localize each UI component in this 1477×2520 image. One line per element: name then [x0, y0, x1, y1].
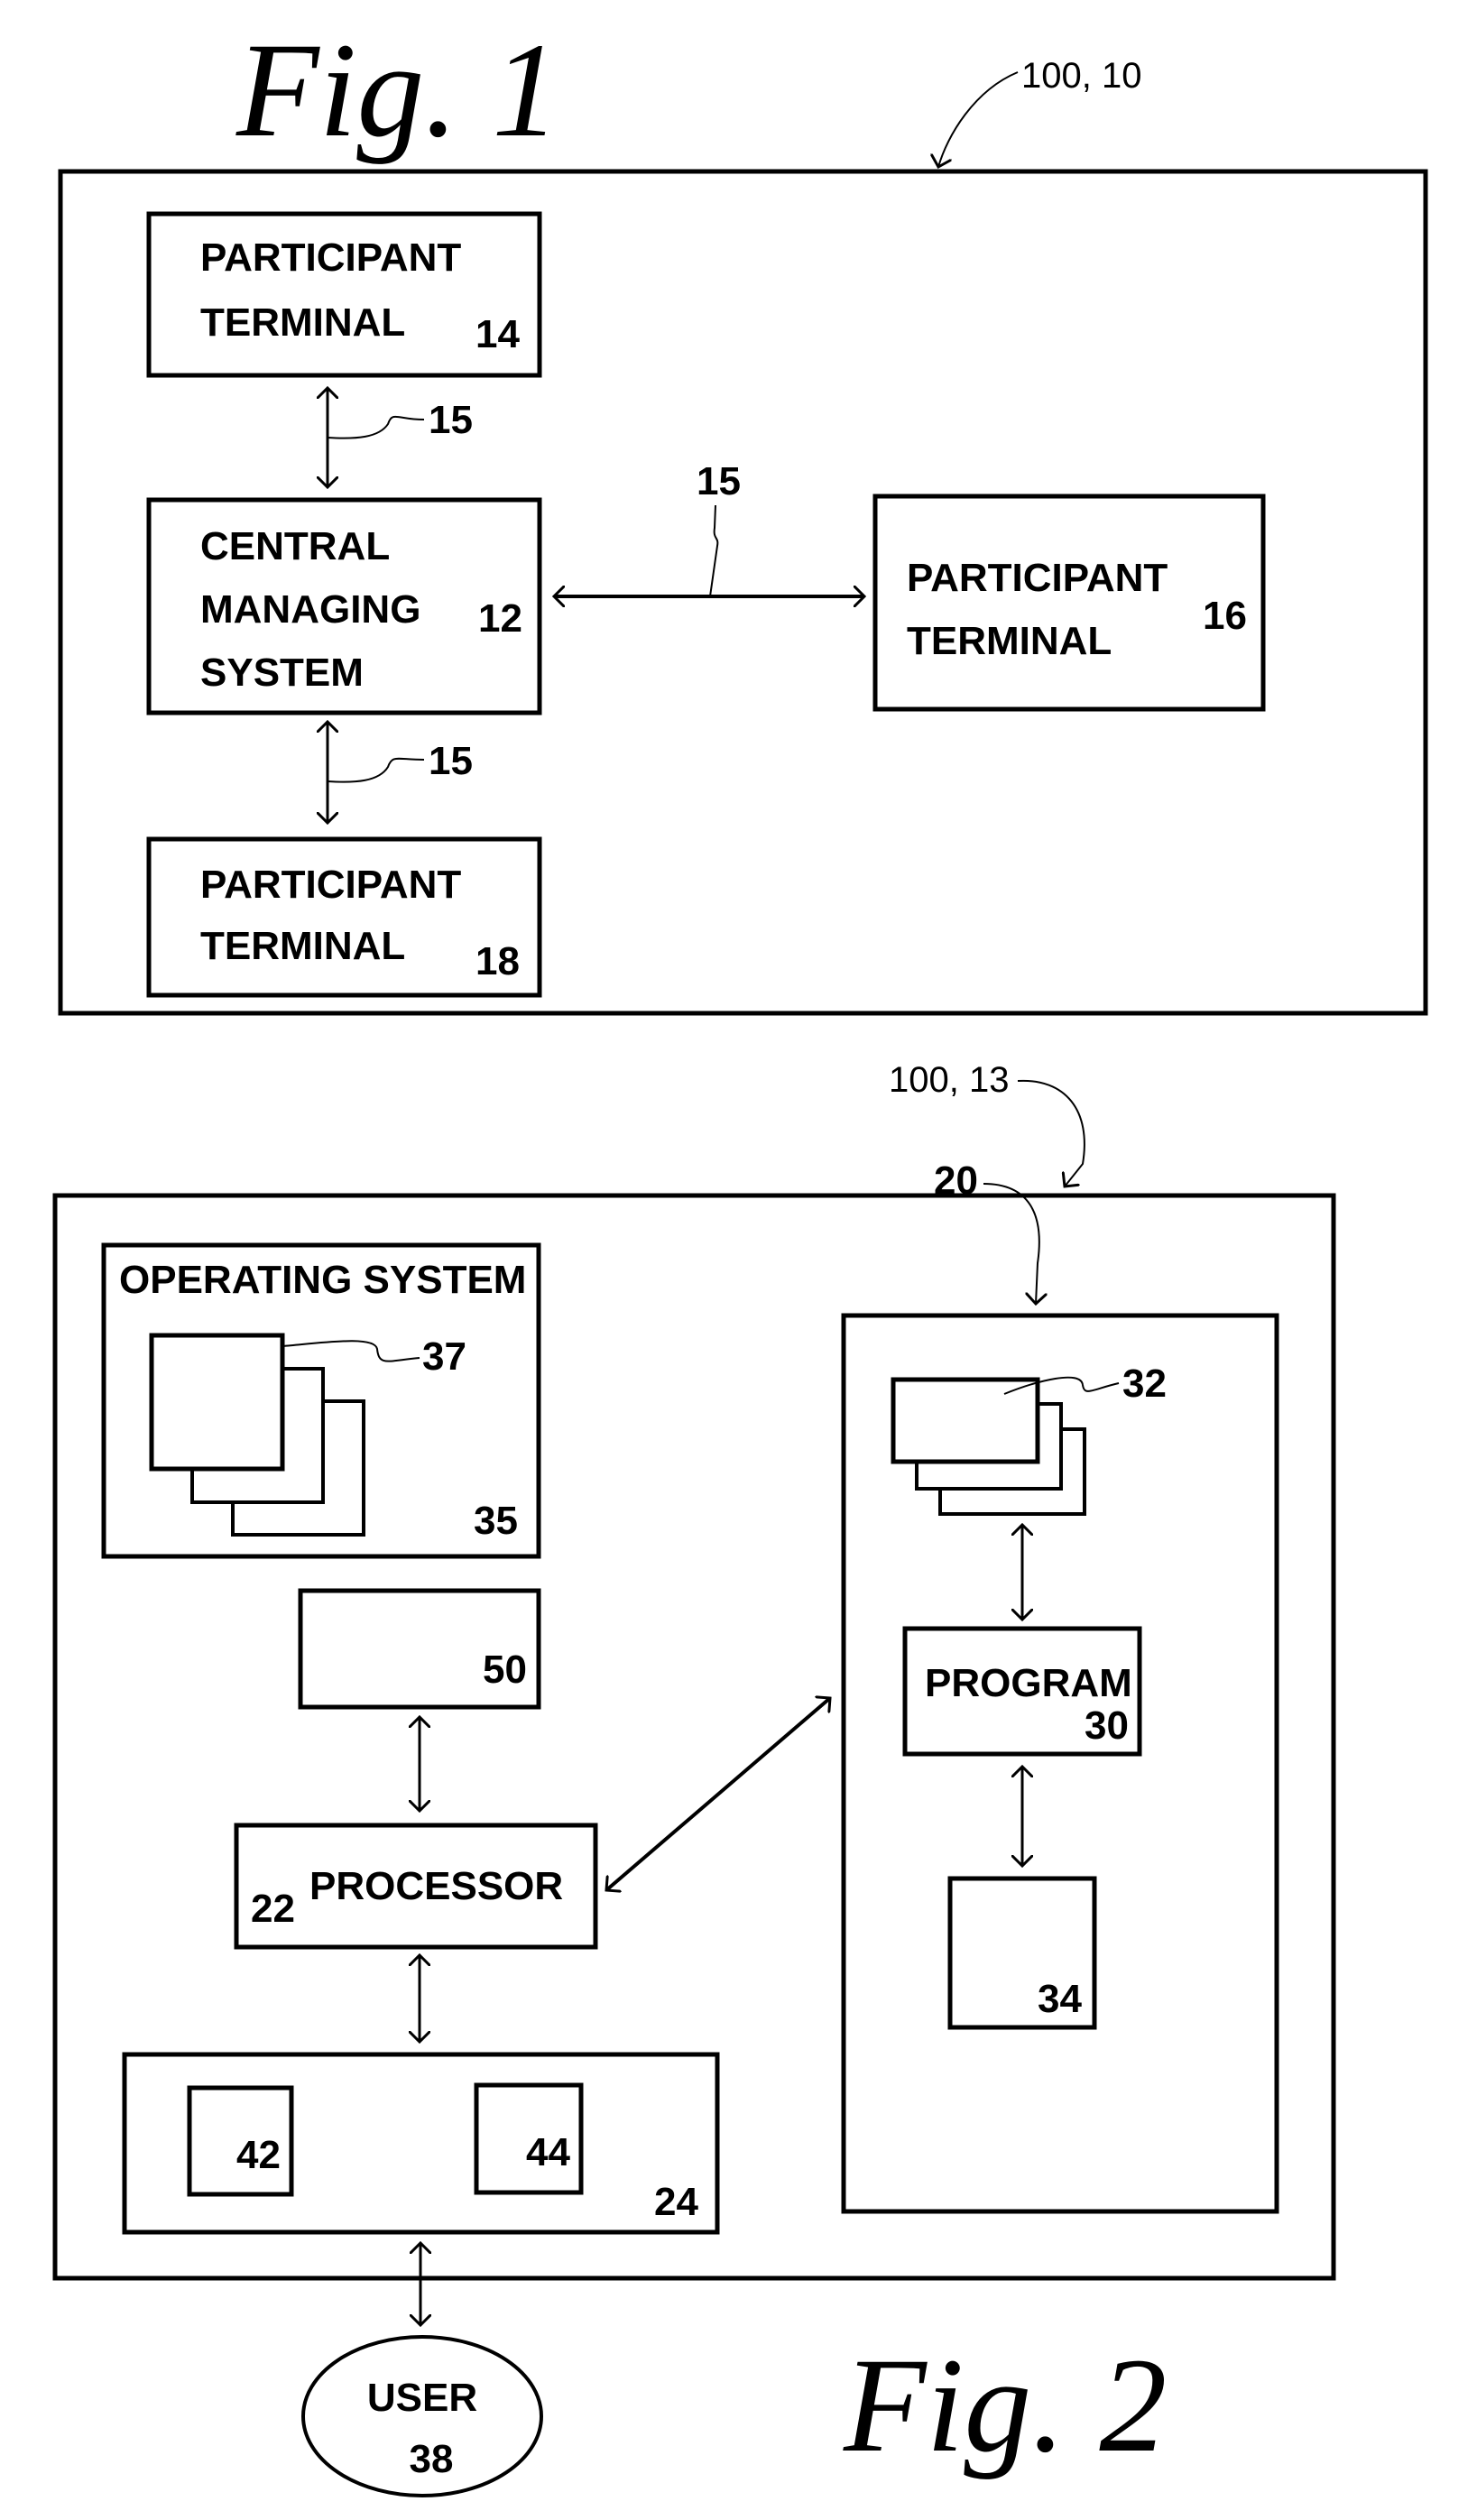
program-doc-1 — [891, 1377, 1040, 1464]
fig2-ref-arrow — [1017, 1079, 1085, 1186]
os-doc-1 — [149, 1333, 285, 1472]
box-50: 50 — [298, 1588, 541, 1710]
central-managing-system-12: CENTRAL MANAGING SYSTEM 12 — [146, 497, 542, 715]
program-number: 30 — [1085, 1703, 1129, 1748]
edge-14-12-label: 15 — [429, 398, 473, 442]
terminal-14-number: 14 — [475, 312, 520, 356]
group-20: 20 32 PROGRAM 30 34 — [841, 1158, 1279, 2214]
participant-terminal-14: PARTICIPANT TERMINAL 14 — [146, 211, 542, 378]
participant-terminal-18: PARTICIPANT TERMINAL 18 — [146, 836, 542, 998]
edge-22-20-arrow — [606, 1698, 830, 1890]
os-number: 35 — [474, 1499, 518, 1543]
box-42-number: 42 — [236, 2133, 281, 2177]
user-38: USER 38 — [301, 2335, 543, 2497]
terminal-16-line1: PARTICIPANT — [907, 556, 1168, 600]
program-docs-number: 32 — [1122, 1362, 1167, 1406]
io-box-24: 42 44 24 — [122, 2052, 720, 2235]
user-label: USER — [367, 2376, 477, 2420]
edge-12-16-label: 15 — [697, 459, 741, 503]
box-34-number: 34 — [1038, 1977, 1082, 2021]
operating-system-35: OPERATING SYSTEM 37 35 — [101, 1242, 541, 1559]
processor-22: 22 PROCESSOR — [234, 1823, 598, 1950]
terminal-16-number: 16 — [1203, 594, 1247, 638]
terminal-14-line2: TERMINAL — [200, 300, 405, 345]
participant-terminal-16: PARTICIPANT TERMINAL 16 — [872, 494, 1266, 712]
processor-number: 22 — [251, 1887, 295, 1931]
box-44-number: 44 — [526, 2130, 570, 2174]
os-docs-number: 37 — [422, 1334, 466, 1379]
processor-label: PROCESSOR — [309, 1864, 563, 1908]
fig1-ref-label: 100, 10 — [1021, 56, 1141, 96]
edge-14-12-leader — [327, 415, 425, 439]
fig1-ref-arrow — [938, 71, 1019, 167]
os-label: OPERATING SYSTEM — [119, 1258, 526, 1302]
edge-12-18-leader — [327, 757, 425, 783]
box-24-number: 24 — [654, 2180, 698, 2224]
edge-12-16-leader — [709, 504, 719, 597]
terminal-18-line1: PARTICIPANT — [200, 863, 461, 907]
terminal-18-line2: TERMINAL — [200, 924, 405, 968]
terminal-16-line2: TERMINAL — [907, 619, 1112, 663]
group-20-leader — [983, 1183, 1039, 1304]
box-50-number: 50 — [483, 1648, 527, 1692]
terminal-14-line1: PARTICIPANT — [200, 235, 461, 280]
central-12-line2: MANAGING — [200, 587, 420, 632]
fig2-title: Fig. 2 — [843, 2331, 1167, 2480]
terminal-18-number: 18 — [475, 939, 520, 983]
central-12-line3: SYSTEM — [200, 651, 364, 695]
central-12-line1: CENTRAL — [200, 524, 390, 568]
edge-12-18-label: 15 — [429, 739, 473, 783]
central-12-number: 12 — [478, 596, 522, 641]
fig2-ref-label: 100, 13 — [889, 1060, 1009, 1100]
program-label: PROGRAM — [925, 1661, 1132, 1705]
group-20-number: 20 — [934, 1158, 978, 1203]
patent-diagram: Fig. 1 100, 10 PARTICIPANT TERMINAL 14 1… — [52, 15, 1428, 2497]
fig1-title: Fig. 1 — [235, 15, 559, 165]
user-number: 38 — [410, 2437, 454, 2481]
